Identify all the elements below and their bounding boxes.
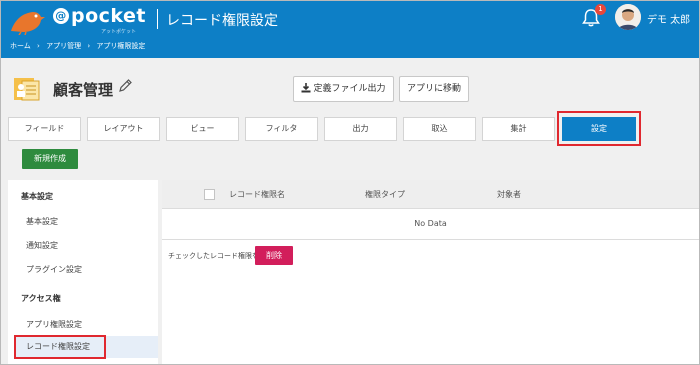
sidebar-item-notification[interactable]: 通知設定 — [26, 240, 58, 251]
breadcrumb: ホーム › アプリ管理 › アプリ権限設定 — [10, 41, 149, 51]
checked-action-label: チェックしたレコード権限を — [168, 252, 259, 260]
breadcrumb-app-management[interactable]: アプリ管理 — [46, 42, 81, 50]
sidebar-item-app-permission[interactable]: アプリ権限設定 — [26, 319, 82, 330]
select-all-checkbox[interactable] — [204, 189, 215, 200]
column-header-target[interactable]: 対象者 — [497, 189, 521, 200]
logo-text: pocket — [71, 5, 147, 27]
tab-layout[interactable]: レイアウト — [87, 117, 160, 141]
tab-view[interactable]: ビュー — [166, 117, 239, 141]
tab-field[interactable]: フィールド — [8, 117, 81, 141]
breadcrumb-app-permission: アプリ権限設定 — [96, 42, 146, 50]
sidebar-item-basic-settings[interactable]: 基本設定 — [26, 216, 58, 227]
table-header: レコード権限名 権限タイプ 対象者 — [162, 180, 699, 209]
user-photo-icon — [615, 4, 641, 30]
sidebar-section-access: アクセス権 — [21, 294, 61, 303]
user-name[interactable]: デモ 太郎 — [647, 11, 690, 26]
breadcrumb-home[interactable]: ホーム — [10, 42, 31, 50]
notification-badge: 1 — [595, 4, 606, 15]
breadcrumb-separator: › — [37, 42, 40, 50]
export-definition-button[interactable]: 定義ファイル出力 — [293, 76, 394, 102]
pencil-icon[interactable] — [118, 78, 133, 93]
avatar[interactable] — [615, 4, 641, 30]
highlight-record-permission — [14, 335, 106, 359]
sidebar-item-plugin[interactable]: プラグイン設定 — [26, 264, 82, 275]
logo-wordmark[interactable]: @ pocket — [53, 5, 146, 27]
download-icon — [301, 83, 311, 93]
logo-subtext: アットポケット — [101, 29, 137, 35]
column-header-type[interactable]: 権限タイプ — [365, 189, 405, 200]
bird-logo-icon — [11, 12, 45, 35]
move-to-app-button[interactable]: アプリに移動 — [399, 76, 469, 102]
empty-table-message: No Data — [162, 208, 699, 240]
new-create-button[interactable]: 新規作成 — [22, 149, 78, 169]
tab-import[interactable]: 取込 — [403, 117, 476, 141]
tab-aggregate[interactable]: 集計 — [482, 117, 555, 141]
record-permission-panel: レコード権限名 権限タイプ 対象者 No Data チェックしたレコード権限を … — [162, 180, 699, 364]
tab-filter[interactable]: フィルタ — [245, 117, 318, 141]
app-icon — [14, 78, 40, 101]
app-window: @ pocket アットポケット レコード権限設定 ホーム › アプリ管理 › ア… — [0, 0, 700, 365]
page-title: レコード権限設定 — [166, 13, 278, 29]
app-title: 顧客管理 — [53, 81, 114, 99]
export-definition-label: 定義ファイル出力 — [313, 84, 386, 94]
highlight-settings-tab — [557, 111, 641, 146]
column-header-name[interactable]: レコード権限名 — [229, 189, 285, 200]
tab-output[interactable]: 出力 — [324, 117, 397, 141]
header-divider — [157, 9, 158, 29]
sidebar-section-basic: 基本設定 — [21, 192, 53, 201]
breadcrumb-separator: › — [87, 42, 91, 50]
logo-at: @ — [53, 8, 69, 24]
top-header: @ pocket アットポケット レコード権限設定 ホーム › アプリ管理 › ア… — [1, 1, 699, 58]
delete-button[interactable]: 削除 — [255, 246, 293, 265]
